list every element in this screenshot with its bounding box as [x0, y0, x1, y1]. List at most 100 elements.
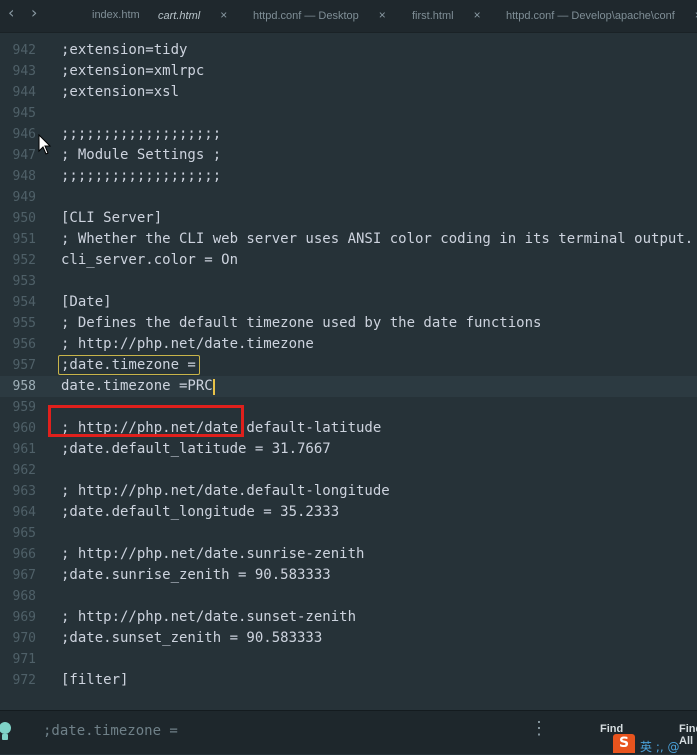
line-number: 962 [12, 463, 36, 478]
line-number: 956 [12, 337, 36, 352]
line-text: ;extension=tidy [61, 42, 188, 58]
line-number: 946 [12, 127, 36, 142]
code-line[interactable]: 942 ;extension=tidy [0, 40, 697, 61]
code-line[interactable]: 949 [0, 187, 697, 208]
line-text: ; Defines the default timezone used by t… [61, 315, 542, 331]
line-number: 967 [12, 568, 36, 583]
code-line[interactable]: 951 ; Whether the CLI web server uses ANS… [0, 229, 697, 250]
code-editor[interactable]: 942 ;extension=tidy 943 ;extension=xmlrpc 94… [0, 32, 697, 710]
code-line[interactable]: 956 ; http://php.net/date.timezone [0, 334, 697, 355]
line-number: 942 [12, 43, 36, 58]
line-text: ;date.sunrise_zenith = 90.583333 [61, 567, 331, 583]
line-number: 972 [12, 673, 36, 688]
find-all-button[interactable]: Find All [679, 723, 697, 747]
code-line[interactable]: 953 [0, 271, 697, 292]
ime-logo[interactable]: S [613, 734, 635, 753]
code-line[interactable]: 952 cli_server.color = On [0, 250, 697, 271]
find-panel: ;date.timezone = ⋮ Find Find All [0, 710, 697, 754]
code-line[interactable]: 947 ; Module Settings ; [0, 145, 697, 166]
line-number: 953 [12, 274, 36, 289]
line-text: ; Whether the CLI web server uses ANSI c… [61, 231, 694, 247]
mouse-pointer-icon [38, 134, 52, 155]
line-text: date.timezone =PRC [61, 378, 213, 394]
line-number: 965 [12, 526, 36, 541]
code-line[interactable]: 965 [0, 523, 697, 544]
code-line[interactable]: 948;;;;;;;;;;;;;;;;;;; [0, 166, 697, 187]
tab-label: index.htm [92, 9, 140, 21]
line-number: 950 [12, 211, 36, 226]
tab-2[interactable]: httpd.conf — Desktop × [253, 0, 386, 32]
line-text: cli_server.color = On [61, 252, 239, 268]
line-number: 968 [12, 589, 36, 604]
code-line[interactable]: 955 ; Defines the default timezone used b… [0, 313, 697, 334]
line-number: 944 [12, 85, 36, 100]
code-line[interactable]: 945 [0, 103, 697, 124]
line-number: 958 [12, 379, 36, 394]
tab-scroll-left-icon[interactable]: ‹ [8, 3, 14, 22]
line-text: ;date.default_latitude = 31.7667 [61, 441, 331, 457]
line-text: ;extension=xmlrpc [61, 63, 205, 79]
tab-4[interactable]: httpd.conf — Develop\apache\conf× [506, 0, 697, 32]
tab-close-icon[interactable]: × [474, 0, 481, 31]
code-line[interactable]: 971 [0, 649, 697, 670]
line-number: 969 [12, 610, 36, 625]
tab-3[interactable]: first.html × [412, 0, 481, 32]
line-text: ;date.timezone = [61, 357, 196, 373]
line-number: 947 [12, 148, 36, 163]
code-line[interactable]: 970 ;date.sunset_zenith = 90.583333 [0, 628, 697, 649]
line-number: 961 [12, 442, 36, 457]
line-number: 963 [12, 484, 36, 499]
ime-status-text[interactable]: 英 ;, @ [640, 738, 680, 755]
code-line[interactable]: 944 ;extension=xsl [0, 82, 697, 103]
code-line[interactable]: 968 [0, 586, 697, 607]
line-number: 951 [12, 232, 36, 247]
code-line[interactable]: 950 [CLI Server] [0, 208, 697, 229]
tab-close-icon[interactable]: × [220, 0, 227, 31]
line-number: 957 [12, 358, 36, 373]
line-text: ;extension=xsl [61, 84, 180, 100]
tab-bar: ‹ › index.htm cart.html × httpd.conf — Desk… [0, 0, 697, 33]
line-number: 955 [12, 316, 36, 331]
line-text: ; http://php.net/date.sunrise-zenith [61, 546, 365, 562]
find-input[interactable]: ;date.timezone = [43, 723, 178, 739]
line-text: ;;;;;;;;;;;;;;;;;;; [61, 126, 222, 142]
tab-close-icon[interactable]: × [379, 0, 386, 31]
tab-scroll-right-icon[interactable]: › [31, 3, 37, 22]
line-text: [filter] [61, 672, 129, 688]
line-number: 949 [12, 190, 36, 205]
line-text: ; Module Settings ; [61, 147, 222, 163]
code-line[interactable]: 961 ;date.default_latitude = 31.7667 [0, 439, 697, 460]
tab-label: cart.html [158, 10, 201, 22]
code-line[interactable]: 969 ; http://php.net/date.sunset-zenith [0, 607, 697, 628]
line-number: 970 [12, 631, 36, 646]
line-text: ; http://php.net/date.sunset-zenith [61, 609, 357, 625]
code-line[interactable]: 963 ; http://php.net/date.default-longitu… [0, 481, 697, 502]
line-number: 960 [12, 421, 36, 436]
code-line[interactable]: 943 ;extension=xmlrpc [0, 61, 697, 82]
tab-label: httpd.conf — Develop\apache\conf [506, 10, 675, 22]
annotation-highlight-box [48, 405, 244, 437]
code-line[interactable]: 957 ;date.timezone = [0, 355, 697, 376]
line-text: [Date] [61, 294, 112, 310]
code-line[interactable]: 946;;;;;;;;;;;;;;;;;;; [0, 124, 697, 145]
code-line[interactable]: 972 [filter] [0, 670, 697, 691]
tab-label: httpd.conf — Desktop [253, 10, 359, 22]
code-line[interactable]: 967 ;date.sunrise_zenith = 90.583333 [0, 565, 697, 586]
line-text: ;;;;;;;;;;;;;;;;;;; [61, 168, 222, 184]
tab-1[interactable]: cart.html × [158, 0, 227, 32]
line-text: ; http://php.net/date.timezone [61, 336, 314, 352]
code-line[interactable]: 958 date.timezone =PRC [0, 376, 697, 397]
line-number: 948 [12, 169, 36, 184]
code-line[interactable]: 962 [0, 460, 697, 481]
find-options-menu-icon[interactable]: ⋮ [530, 720, 548, 738]
code-line[interactable]: 966 ; http://php.net/date.sunrise-zenith [0, 544, 697, 565]
line-text: [CLI Server] [61, 210, 163, 226]
code-line[interactable]: 964 ;date.default_longitude = 35.2333 [0, 502, 697, 523]
code-line[interactable]: 954 [Date] [0, 292, 697, 313]
line-number: 943 [12, 64, 36, 79]
line-text: ;date.sunset_zenith = 90.583333 [61, 630, 323, 646]
line-number: 971 [12, 652, 36, 667]
line-text: ;date.default_longitude = 35.2333 [61, 504, 340, 520]
tab-0[interactable]: index.htm [92, 0, 140, 32]
regex-toggle-icon[interactable] [0, 717, 16, 745]
